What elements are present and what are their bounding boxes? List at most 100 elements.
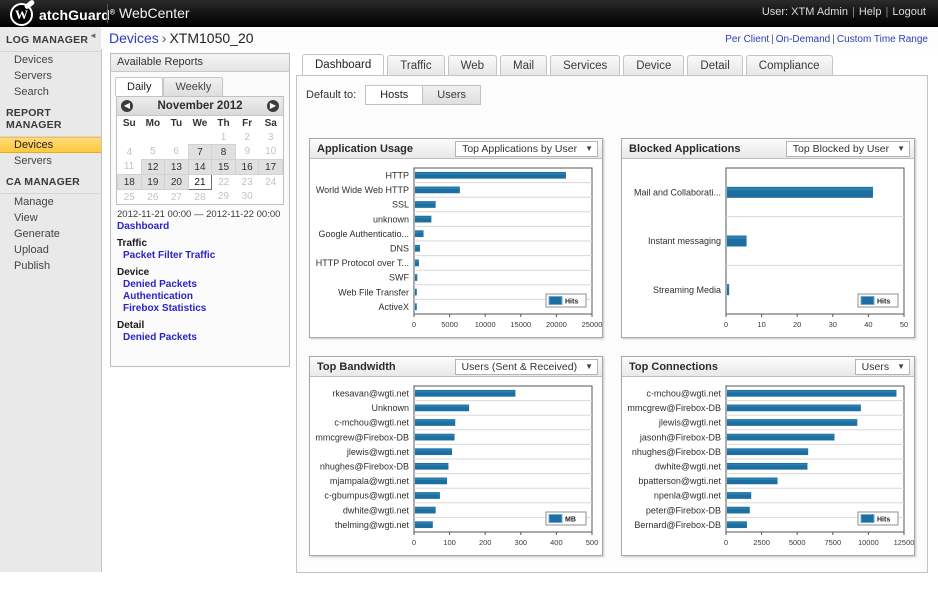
default-to-hosts[interactable]: Hosts — [365, 85, 423, 105]
chart-x-tick-label: 10000 — [858, 538, 879, 547]
report-link-firebox-statistics[interactable]: Firebox Statistics — [111, 302, 289, 314]
tab-mail[interactable]: Mail — [500, 55, 548, 76]
calendar-day-17[interactable]: 17 — [258, 159, 283, 175]
breadcrumb-action-links: Per Client | On-Demand | Custom Time Range — [725, 34, 928, 45]
chart-x-tick-label: 10 — [757, 320, 765, 329]
chart-category-label: dwhite@wgti.net — [655, 462, 722, 472]
chart-bar-highlight — [727, 478, 778, 481]
widget-selector-value: Users — [861, 360, 890, 373]
chart-bar-highlight — [415, 275, 418, 277]
chart-x-tick-label: 200 — [479, 538, 492, 547]
chart-svg: HTTP World Wide Web HTTP SSL unknown Google … — [316, 167, 602, 329]
widget-top-bandwidth: Top Bandwidth Users (Sent & Received) ▼ rke… — [309, 356, 603, 556]
widget-selector-dropdown[interactable]: Users (Sent & Received) ▼ — [454, 358, 598, 375]
tab-device[interactable]: Device — [623, 55, 685, 76]
sidebar-item-manage[interactable]: Manage — [0, 194, 101, 210]
calendar-weekday-header: Sa — [264, 118, 277, 129]
report-link-dashboard[interactable]: Dashboard — [111, 220, 289, 232]
sidebar-item-servers[interactable]: Servers — [0, 153, 101, 169]
calendar-day-16[interactable]: 16 — [234, 159, 260, 175]
chart-category-label: npenla@wgti.net — [654, 491, 722, 501]
calendar-day-14[interactable]: 14 — [187, 159, 213, 175]
report-link-denied-packets[interactable]: Denied Packets — [111, 278, 289, 290]
tab-dashboard[interactable]: Dashboard — [302, 54, 385, 76]
breadcrumb-arrow-icon: › — [161, 30, 167, 46]
chart-svg: Mail and Collaborati... Instant messaging… — [634, 167, 908, 329]
breadcrumb-row: Devices › XTM1050_20 Per Client | On-Demand |… — [101, 27, 938, 49]
chart-category-label: unknown — [373, 214, 409, 224]
calendar-day-6: 6 — [173, 146, 179, 158]
sidebar-item-generate[interactable]: Generate — [0, 226, 101, 242]
calendar-day-15[interactable]: 15 — [211, 159, 236, 175]
calendar-day-12[interactable]: 12 — [140, 159, 166, 175]
calendar-day-7[interactable]: 7 — [187, 144, 213, 160]
calendar-day-21[interactable]: 21 — [187, 174, 213, 190]
widget-grid: Application Usage Top Applications by Use… — [309, 138, 915, 562]
chart-x-tick-label: 500 — [586, 538, 599, 547]
sidebar-item-view[interactable]: View — [0, 210, 101, 226]
breadcrumb-link-per-client[interactable]: Per Client — [725, 34, 769, 45]
tab-traffic[interactable]: Traffic — [387, 55, 445, 76]
calendar-day-24: 24 — [265, 176, 277, 188]
calendar-weekday-header: Th — [217, 118, 230, 129]
calendar-day-10: 10 — [265, 146, 277, 158]
report-link-denied-packets[interactable]: Denied Packets — [111, 331, 289, 343]
report-period-tab-daily[interactable]: Daily — [115, 77, 164, 96]
report-period-tab-weekly[interactable]: Weekly — [163, 77, 224, 96]
calendar-prev-icon[interactable]: ◀ — [121, 100, 133, 112]
sidebar-item-publish[interactable]: Publish — [0, 258, 101, 274]
widget-blocked-applications: Blocked Applications Top Blocked by User ▼… — [621, 138, 915, 338]
main-tab-bar: Dashboard Traffic Web Mail Services Device Det… — [296, 53, 928, 76]
calendar-day-8[interactable]: 8 — [211, 144, 236, 160]
default-to-users[interactable]: Users — [422, 85, 481, 105]
tab-detail[interactable]: Detail — [687, 55, 743, 76]
breadcrumb-link-on-demand[interactable]: On-Demand — [776, 34, 830, 45]
calendar-day-19[interactable]: 19 — [140, 174, 166, 190]
sidebar-collapse-icon[interactable]: ◄ — [87, 30, 99, 42]
date-picker: ◀ November 2012 ▶ Su Mo Tu We Th Fr Sa 1234567… — [116, 96, 284, 205]
available-reports-panel: Available Reports Daily Weekly ◀ November… — [110, 53, 290, 367]
breadcrumb-link-sep: | — [832, 34, 835, 45]
chart-bar-highlight — [415, 216, 432, 219]
chart-bar-highlight — [727, 507, 750, 510]
sidebar-item-devices[interactable]: Devices — [0, 52, 101, 68]
calendar-week-row: 4 5 6 7 8 9 10 — [118, 144, 283, 160]
sidebar-item-search[interactable]: Search — [0, 84, 101, 100]
calendar-day-20[interactable]: 20 — [164, 174, 189, 190]
sidebar-item-servers[interactable]: Servers — [0, 68, 101, 84]
calendar-next-icon[interactable]: ▶ — [267, 100, 279, 112]
sidebar-item-upload[interactable]: Upload — [0, 242, 101, 258]
widget-selector-dropdown[interactable]: Top Applications by User ▼ — [455, 140, 598, 157]
chart-category-label: jlewis@wgti.net — [658, 418, 722, 428]
chart-top-bandwidth: rkesavan@wgti.net Unknown c-mchou@wgti.net… — [310, 377, 602, 555]
chart-x-tick-label: 0 — [412, 320, 416, 329]
report-category-device: Device — [117, 267, 150, 278]
calendar-day-18[interactable]: 18 — [117, 174, 142, 190]
tab-web[interactable]: Web — [447, 55, 498, 76]
breadcrumb-devices-link[interactable]: Devices — [109, 30, 159, 46]
chart-category-label: thelming@wgti.net — [335, 520, 410, 530]
widget-selector-value: Top Applications by User — [462, 142, 578, 155]
widget-title: Top Bandwidth — [317, 360, 396, 373]
tab-compliance[interactable]: Compliance — [745, 55, 833, 76]
sidebar-group-title: REPORT MANAGER — [6, 107, 62, 131]
help-link[interactable]: Help — [859, 6, 882, 18]
chart-x-tick-label: 100 — [443, 538, 456, 547]
tab-services[interactable]: Services — [550, 55, 621, 76]
breadcrumb-link-custom-time-range[interactable]: Custom Time Range — [837, 34, 928, 45]
widget-selector-dropdown[interactable]: Top Blocked by User ▼ — [785, 140, 910, 157]
logout-link[interactable]: Logout — [892, 6, 926, 18]
chart-category-label: c-mchou@wgti.net — [646, 389, 721, 399]
trademark-symbol: ® — [109, 8, 116, 16]
sidebar-item-devices[interactable]: Devices — [0, 137, 101, 153]
watchguard-logo[interactable]: W atchGuard® — [10, 3, 115, 26]
report-link-authentication[interactable]: Authentication — [111, 290, 289, 302]
calendar-day-empty — [165, 130, 189, 145]
widget-title: Top Connections — [629, 360, 719, 373]
widget-selector-dropdown[interactable]: Users ▼ — [854, 358, 910, 375]
calendar-day-13[interactable]: 13 — [164, 159, 189, 175]
report-link-packet-filter-traffic[interactable]: Packet Filter Traffic — [111, 249, 289, 261]
chart-category-label: Mail and Collaborati... — [634, 188, 721, 198]
chart-bar-highlight — [415, 304, 417, 306]
chart-category-label: Unknown — [371, 403, 409, 413]
